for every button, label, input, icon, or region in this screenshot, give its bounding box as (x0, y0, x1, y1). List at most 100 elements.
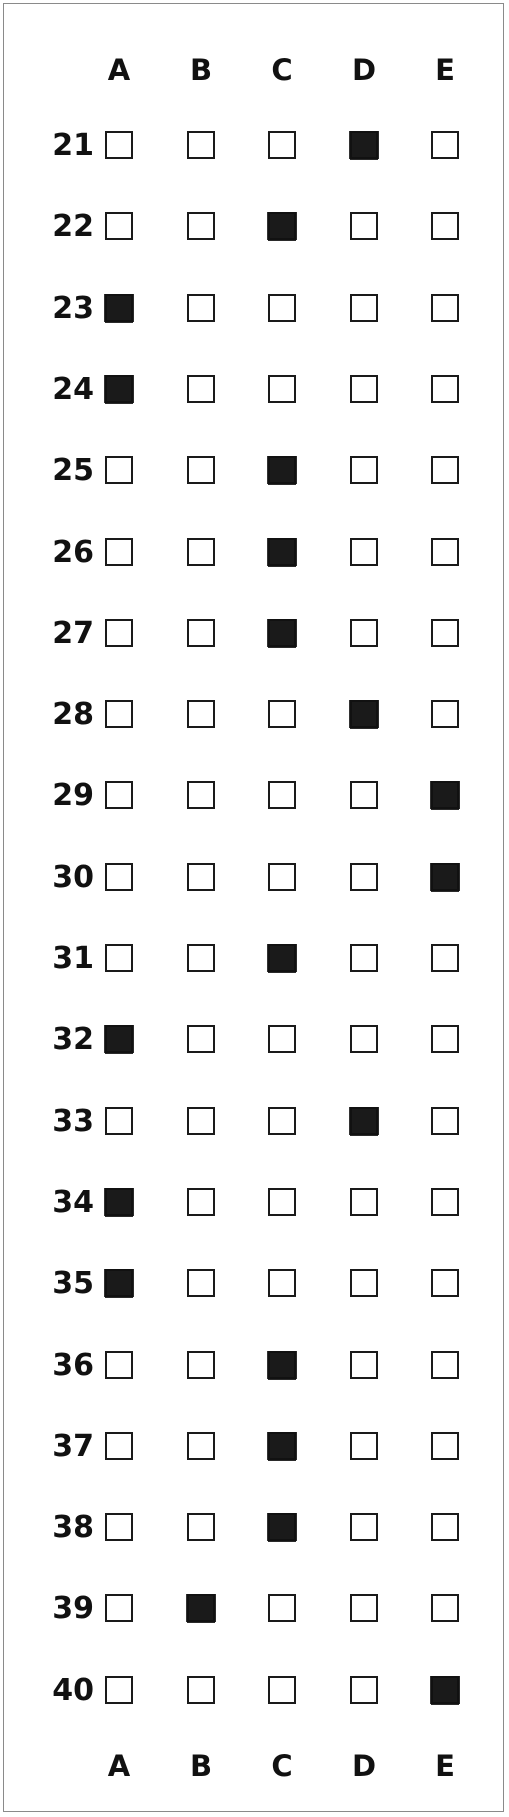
answer-box-b[interactable] (187, 293, 215, 322)
answer-box-d[interactable] (350, 1025, 378, 1054)
answer-box-b[interactable] (187, 131, 215, 159)
answer-box-e[interactable] (431, 1431, 459, 1460)
answer-box-d[interactable] (350, 1106, 378, 1135)
answer-box-c[interactable] (268, 1513, 296, 1542)
answer-box-a[interactable] (105, 1513, 133, 1542)
answer-box-b[interactable] (187, 618, 215, 647)
answer-box-a[interactable] (105, 1594, 133, 1623)
answer-box-e[interactable] (431, 1187, 459, 1216)
answer-box-e[interactable] (431, 1025, 459, 1054)
answer-box-d[interactable] (350, 1594, 378, 1623)
answer-box-b[interactable] (187, 537, 215, 566)
answer-box-a[interactable] (105, 1350, 133, 1379)
answer-box-b[interactable] (187, 1350, 215, 1379)
answer-box-b[interactable] (187, 1513, 215, 1542)
answer-box-a[interactable] (105, 293, 133, 322)
answer-box-c[interactable] (268, 1350, 296, 1379)
answer-box-b[interactable] (187, 1269, 215, 1298)
answer-box-a[interactable] (105, 1431, 133, 1460)
answer-box-c[interactable] (268, 1675, 296, 1704)
answer-box-d[interactable] (350, 456, 378, 485)
answer-box-b[interactable] (187, 212, 215, 241)
answer-box-e[interactable] (431, 781, 459, 810)
answer-box-a[interactable] (105, 618, 133, 647)
answer-box-d[interactable] (350, 700, 378, 729)
answer-box-a[interactable] (105, 131, 133, 159)
answer-box-e[interactable] (431, 131, 459, 159)
answer-box-a[interactable] (105, 700, 133, 729)
answer-box-d[interactable] (350, 1187, 378, 1216)
answer-box-c[interactable] (268, 1187, 296, 1216)
answer-box-b[interactable] (187, 944, 215, 972)
answer-box-c[interactable] (268, 374, 296, 403)
answer-box-a[interactable] (105, 1187, 133, 1216)
answer-box-b[interactable] (187, 1187, 215, 1216)
answer-box-e[interactable] (431, 374, 459, 403)
answer-box-d[interactable] (350, 1269, 378, 1298)
answer-box-a[interactable] (105, 944, 133, 972)
answer-box-d[interactable] (350, 293, 378, 322)
answer-box-e[interactable] (431, 456, 459, 485)
answer-box-d[interactable] (350, 537, 378, 566)
answer-box-c[interactable] (268, 1025, 296, 1054)
answer-box-b[interactable] (187, 1675, 215, 1704)
answer-box-b[interactable] (187, 1025, 215, 1054)
answer-box-e[interactable] (431, 537, 459, 566)
answer-box-b[interactable] (187, 862, 215, 891)
answer-box-e[interactable] (431, 700, 459, 729)
answer-box-d[interactable] (350, 1350, 378, 1379)
answer-box-c[interactable] (268, 537, 296, 566)
answer-box-a[interactable] (105, 456, 133, 485)
answer-box-d[interactable] (350, 1675, 378, 1704)
answer-box-b[interactable] (187, 700, 215, 729)
answer-box-a[interactable] (105, 1675, 133, 1704)
answer-box-e[interactable] (431, 944, 459, 972)
answer-box-d[interactable] (350, 212, 378, 241)
answer-box-e[interactable] (431, 1594, 459, 1623)
answer-box-d[interactable] (350, 944, 378, 972)
answer-box-d[interactable] (350, 862, 378, 891)
answer-box-e[interactable] (431, 1106, 459, 1135)
answer-box-c[interactable] (268, 1269, 296, 1298)
answer-box-a[interactable] (105, 862, 133, 891)
answer-box-e[interactable] (431, 1675, 459, 1704)
answer-box-c[interactable] (268, 456, 296, 485)
answer-box-c[interactable] (268, 1594, 296, 1623)
answer-box-e[interactable] (431, 293, 459, 322)
answer-box-e[interactable] (431, 1513, 459, 1542)
answer-box-e[interactable] (431, 1350, 459, 1379)
answer-box-d[interactable] (350, 1513, 378, 1542)
answer-box-b[interactable] (187, 781, 215, 810)
answer-box-c[interactable] (268, 862, 296, 891)
answer-box-b[interactable] (187, 374, 215, 403)
answer-box-c[interactable] (268, 618, 296, 647)
answer-box-a[interactable] (105, 1269, 133, 1298)
answer-box-c[interactable] (268, 293, 296, 322)
answer-box-c[interactable] (268, 700, 296, 729)
answer-box-c[interactable] (268, 944, 296, 972)
answer-box-a[interactable] (105, 374, 133, 403)
answer-box-e[interactable] (431, 212, 459, 241)
answer-box-b[interactable] (187, 1431, 215, 1460)
answer-box-b[interactable] (187, 1594, 215, 1623)
answer-box-c[interactable] (268, 1431, 296, 1460)
answer-box-c[interactable] (268, 781, 296, 810)
answer-box-e[interactable] (431, 618, 459, 647)
answer-box-e[interactable] (431, 1269, 459, 1298)
answer-box-d[interactable] (350, 781, 378, 810)
answer-box-c[interactable] (268, 131, 296, 159)
answer-box-a[interactable] (105, 1025, 133, 1054)
answer-box-d[interactable] (350, 1431, 378, 1460)
answer-box-e[interactable] (431, 862, 459, 891)
answer-box-d[interactable] (350, 131, 378, 159)
answer-box-a[interactable] (105, 212, 133, 241)
answer-box-d[interactable] (350, 618, 378, 647)
answer-box-a[interactable] (105, 537, 133, 566)
answer-box-c[interactable] (268, 1106, 296, 1135)
answer-box-a[interactable] (105, 781, 133, 810)
answer-box-b[interactable] (187, 456, 215, 485)
answer-box-b[interactable] (187, 1106, 215, 1135)
answer-box-a[interactable] (105, 1106, 133, 1135)
answer-box-d[interactable] (350, 374, 378, 403)
answer-box-c[interactable] (268, 212, 296, 241)
